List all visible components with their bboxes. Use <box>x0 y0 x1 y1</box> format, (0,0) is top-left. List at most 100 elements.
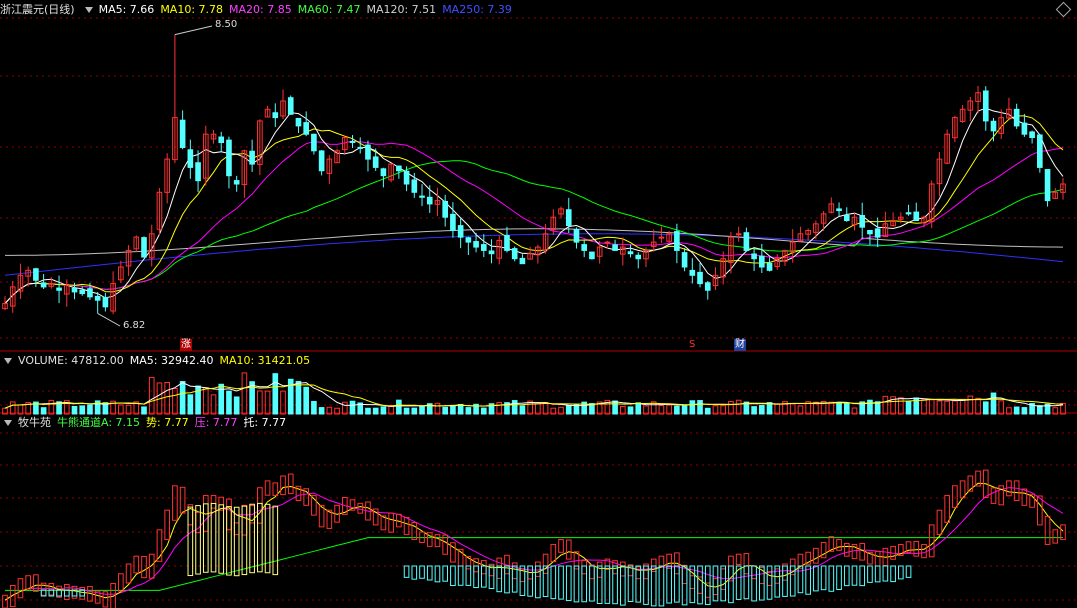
indicator-cyan-bar <box>612 565 618 605</box>
indicator-yellow-bar <box>187 506 194 577</box>
volume-bar <box>612 400 618 415</box>
indicator-box <box>411 522 418 541</box>
volume-bar <box>419 405 425 415</box>
indicator-box <box>280 475 286 496</box>
volume-bar <box>828 401 835 415</box>
indicator-cyan-bar <box>851 565 858 586</box>
candle-body <box>473 241 479 248</box>
indicator-box <box>813 547 819 564</box>
indicator-cyan-bar <box>766 565 773 600</box>
candle-body <box>102 296 109 308</box>
volume-bar <box>921 399 927 415</box>
chart-canvas[interactable] <box>0 0 1077 608</box>
indicator-box <box>596 561 603 578</box>
candle-body <box>442 200 449 218</box>
low-pointer <box>97 313 121 327</box>
volume-bar <box>959 398 966 415</box>
candle-body <box>519 257 526 265</box>
candle-body <box>1013 108 1020 127</box>
candle-body <box>627 251 634 255</box>
indicator-cyan-bar <box>488 565 495 589</box>
ma5-label: MA5: 7.66 <box>98 3 155 16</box>
candle-body <box>419 195 425 198</box>
collapse-icon[interactable] <box>4 357 12 364</box>
indicator-cyan-bar <box>550 565 557 600</box>
indicator-box <box>2 594 8 608</box>
ma20-label: MA20: 7.85 <box>229 3 292 16</box>
candle-body <box>349 140 356 143</box>
indicator-box <box>496 557 503 579</box>
indicator-cyan-bar <box>643 565 649 605</box>
ma10-label: MA10: 7.78 <box>160 3 224 16</box>
press-line <box>4 487 1064 601</box>
candle-body <box>635 254 642 260</box>
candle-body <box>311 133 317 152</box>
indicator-cyan-bar <box>627 565 634 603</box>
volume-bar <box>998 400 1005 415</box>
indicator-cyan-bar <box>681 565 688 606</box>
ma5-line <box>4 107 1064 304</box>
high-pointer <box>174 25 213 36</box>
indicator-cyan-bar <box>859 565 866 587</box>
indicator-box <box>125 563 132 584</box>
indicator-box <box>1021 488 1028 506</box>
indicator-cyan-bar <box>820 565 827 591</box>
volume-bar <box>87 404 93 415</box>
candle-body <box>87 288 93 298</box>
indicator-cyan-bar <box>581 565 588 603</box>
candle-body <box>303 122 309 135</box>
ma20-line <box>4 140 1064 304</box>
indicator-box <box>17 578 24 599</box>
candle-body <box>1044 169 1051 202</box>
volume-bar <box>403 407 410 415</box>
cai-badge[interactable]: 财 <box>734 339 746 351</box>
indicator-box <box>63 584 70 600</box>
candle-body <box>766 262 773 271</box>
volume-bar <box>164 382 170 415</box>
volume-bar <box>936 400 943 415</box>
volume-bar <box>1013 406 1020 415</box>
indicator-box <box>936 509 943 535</box>
indicator-cyan-bar <box>589 565 595 602</box>
indicator-yellow-bar <box>233 506 240 577</box>
candle-body <box>689 269 696 276</box>
candle-body <box>658 236 665 239</box>
channel-label: 牛熊通道A: 7.15 <box>57 416 141 429</box>
candle-body <box>504 235 510 251</box>
volume-bar <box>681 405 688 415</box>
indicator-cyan-bar <box>442 565 449 582</box>
collapse-icon[interactable] <box>84 6 93 13</box>
indicator-yellow-bar <box>226 506 232 576</box>
s-badge[interactable]: S <box>688 339 696 351</box>
indicator-header: 牧牛苑 牛熊通道A: 7.15 势: 7.77 压: 7.77 托: 7.77 <box>0 415 292 431</box>
indicator-cyan-bar <box>836 565 842 591</box>
indicator-cyan-bar <box>450 565 456 587</box>
candle-body <box>488 250 495 255</box>
zhang-badge[interactable]: 涨 <box>180 339 192 351</box>
candle-body <box>1037 134 1043 168</box>
indicator-cyan-bar <box>419 565 425 579</box>
indicator-cyan-bar <box>712 565 719 602</box>
volume-bar <box>967 395 974 415</box>
indicator-box <box>48 583 55 596</box>
candle-body <box>990 120 997 132</box>
indicator-box <box>689 575 696 589</box>
candle-body <box>511 248 518 260</box>
candle-body <box>249 150 255 165</box>
indicator-box <box>226 498 232 531</box>
volume-bar <box>728 401 734 415</box>
collapse-icon[interactable] <box>4 419 12 426</box>
candle-body <box>40 282 47 288</box>
trend-line <box>4 482 1064 601</box>
ma60-label: MA60: 7.47 <box>297 3 361 16</box>
candle-body <box>565 209 572 227</box>
volume-bar <box>542 402 549 415</box>
indicator-box <box>179 486 186 514</box>
volume-bar <box>372 407 379 415</box>
candle-body <box>187 149 194 168</box>
vol-ma10-label: MA10: 31421.05 <box>219 354 311 367</box>
candle-body <box>233 180 240 185</box>
indicator-cyan-bar <box>728 565 734 604</box>
candle-body <box>589 251 595 260</box>
indicator-box <box>434 534 441 548</box>
